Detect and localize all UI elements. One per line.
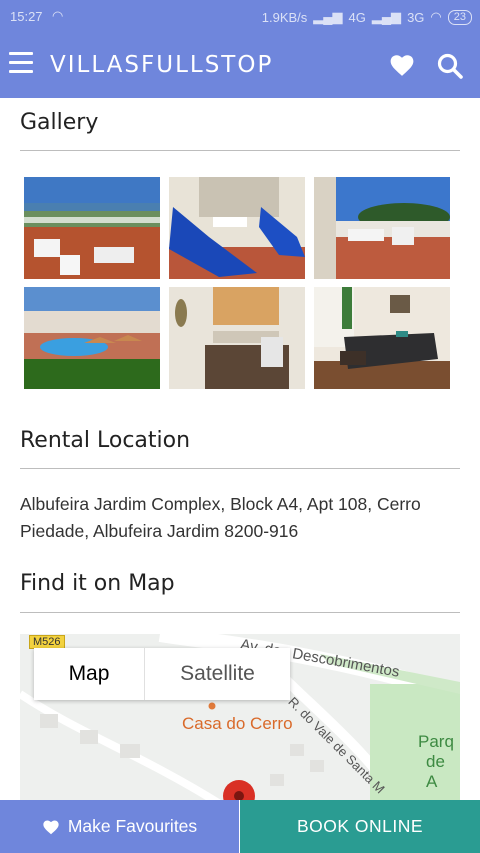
gallery-image-terrace-table-trees[interactable] [314, 177, 450, 279]
rental-address: Albufeira Jardim Complex, Block A4, Apt … [20, 494, 421, 541]
battery-icon: 23 [447, 9, 472, 25]
signal-icon: ▂▄▆ [313, 9, 343, 24]
book-online-label: BOOK ONLINE [296, 816, 424, 836]
map-type-toggle: Map Satellite [34, 648, 290, 700]
gallery-image-pool-complex[interactable] [24, 287, 160, 389]
status-time: 15:27 [10, 9, 43, 24]
status-bar: 15:27 ◠ 1.9KB/s ▂▄▆ 4G ▂▄▆ 3G ◠ 23 [0, 0, 480, 32]
rental-location-title: Rental Location [20, 428, 191, 453]
google-map[interactable]: M526 Av. dos Descobrimentos R. do Vale d… [20, 634, 460, 804]
wifi-icon: ◠ [52, 8, 64, 23]
gallery-image-terrace-sea-view[interactable] [24, 177, 160, 279]
favourite-heart-icon[interactable] [389, 53, 415, 77]
gallery-image-terrace-blue-loungers[interactable] [169, 177, 305, 279]
search-icon[interactable] [436, 52, 464, 80]
wifi-icon-right: ◠ [430, 9, 442, 24]
map-type-satellite-button[interactable]: Satellite [144, 648, 290, 700]
menu-icon[interactable] [9, 52, 33, 74]
brand-title: VILLASFULLSTOP [50, 52, 274, 78]
signal-icon-2: ▂▄▆ [371, 9, 402, 24]
map-type-map-button[interactable]: Map [34, 648, 144, 700]
park-label-2: de A [426, 752, 445, 791]
gallery-image-living-room-sofa[interactable] [314, 287, 450, 389]
gallery-divider [20, 150, 460, 151]
app-header: 15:27 ◠ 1.9KB/s ▂▄▆ 4G ▂▄▆ 3G ◠ 23 VILLA… [0, 0, 480, 98]
app-screen: 15:27 ◠ 1.9KB/s ▂▄▆ 4G ▂▄▆ 3G ◠ 23 VILLA… [0, 0, 480, 853]
gallery-title: Gallery [20, 110, 99, 135]
make-favourites-button[interactable]: Make Favourites [0, 800, 239, 853]
road-badge: M526 [29, 635, 65, 649]
map-section-title: Find it on Map [20, 571, 175, 596]
network-2: 3G [407, 9, 425, 25]
status-right: 1.9KB/s ▂▄▆ 4G ▂▄▆ 3G ◠ 23 [262, 9, 472, 25]
park-label: Parq [418, 732, 454, 751]
map-divider [20, 612, 460, 613]
place-label-casa-do-cerro: Casa do Cerro [182, 714, 293, 733]
network-1: 4G [348, 9, 366, 25]
make-favourites-label: Make Favourites [67, 816, 198, 836]
net-speed: 1.9KB/s [261, 9, 308, 25]
location-divider [20, 468, 460, 469]
gallery-image-kitchen[interactable] [169, 287, 305, 389]
book-online-button[interactable]: BOOK ONLINE [239, 800, 480, 853]
bottom-action-bar: Make Favourites BOOK ONLINE [0, 800, 480, 853]
heart-icon [43, 819, 59, 834]
